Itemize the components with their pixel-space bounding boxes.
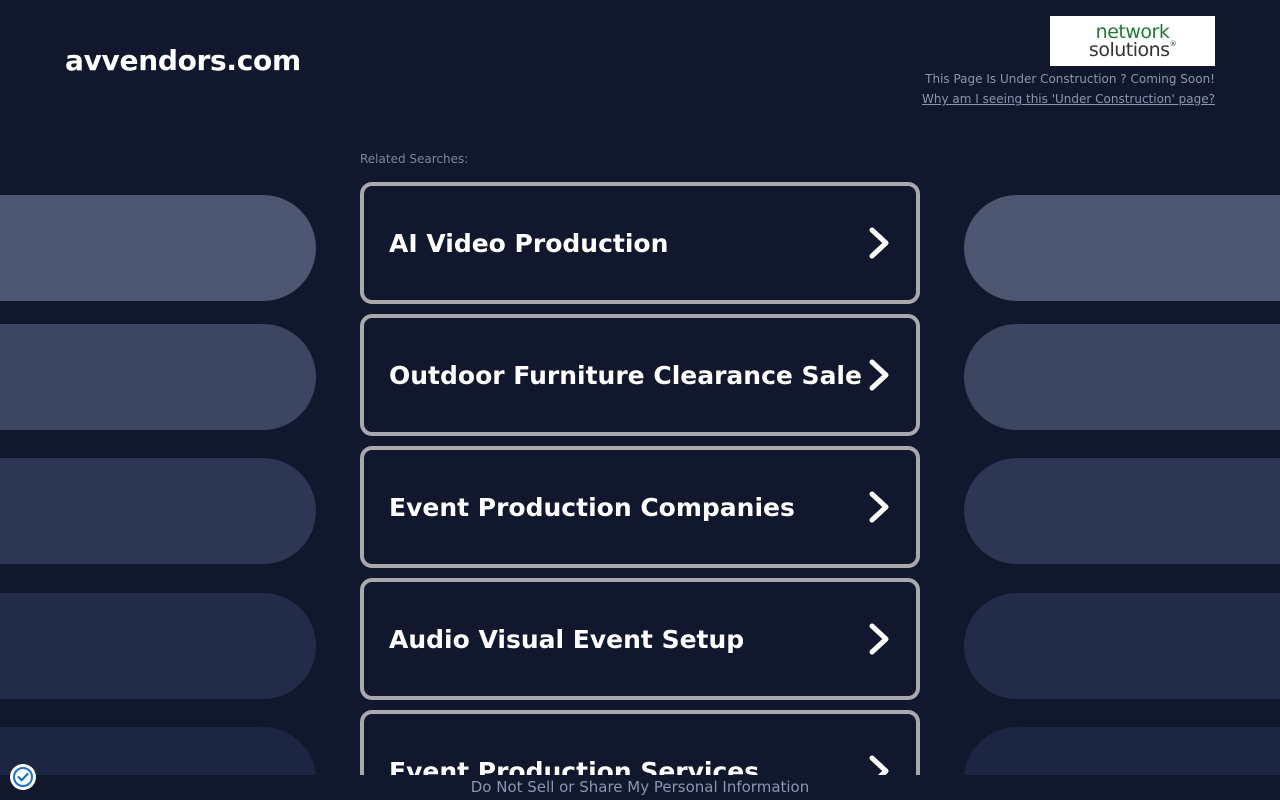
related-search-link[interactable]: Audio Visual Event Setup — [360, 578, 920, 700]
chevron-right-icon — [869, 359, 889, 391]
privacy-link[interactable]: Do Not Sell or Share My Personal Informa… — [471, 778, 810, 796]
why-under-construction-link[interactable]: Why am I seeing this 'Under Construction… — [922, 92, 1215, 106]
domain-title: avvendors.com — [65, 44, 301, 77]
under-construction-text: This Page Is Under Construction ? Coming… — [925, 72, 1215, 86]
decorative-pill-left — [0, 458, 316, 564]
related-searches-label: Related Searches: — [360, 152, 469, 166]
related-search-label: Event Production Companies — [389, 492, 795, 522]
decorative-pill-right — [964, 195, 1280, 301]
related-search-label: Audio Visual Event Setup — [389, 624, 745, 654]
logo-line-2: solutions® — [1088, 38, 1177, 61]
related-search-label: Outdoor Furniture Clearance Sale — [389, 360, 862, 390]
decorative-pill-right — [964, 458, 1280, 564]
decorative-pill-left — [0, 324, 316, 430]
decorative-pill-right — [964, 324, 1280, 430]
decorative-pill-left — [0, 195, 316, 301]
decorative-pill-left — [0, 593, 316, 699]
privacy-badge[interactable] — [10, 764, 36, 790]
shield-check-icon — [13, 767, 33, 787]
chevron-right-icon — [869, 491, 889, 523]
related-search-label: AI Video Production — [389, 228, 669, 258]
related-search-link[interactable]: Outdoor Furniture Clearance Sale — [360, 314, 920, 436]
footer-bar: Do Not Sell or Share My Personal Informa… — [0, 775, 1280, 800]
related-search-link[interactable]: AI Video Production — [360, 182, 920, 304]
registered-mark: ® — [1169, 39, 1177, 48]
network-solutions-logo[interactable]: network solutions® — [1050, 16, 1215, 66]
related-search-link[interactable]: Event Production Companies — [360, 446, 920, 568]
chevron-right-icon — [869, 623, 889, 655]
chevron-right-icon — [869, 227, 889, 259]
decorative-pill-right — [964, 593, 1280, 699]
